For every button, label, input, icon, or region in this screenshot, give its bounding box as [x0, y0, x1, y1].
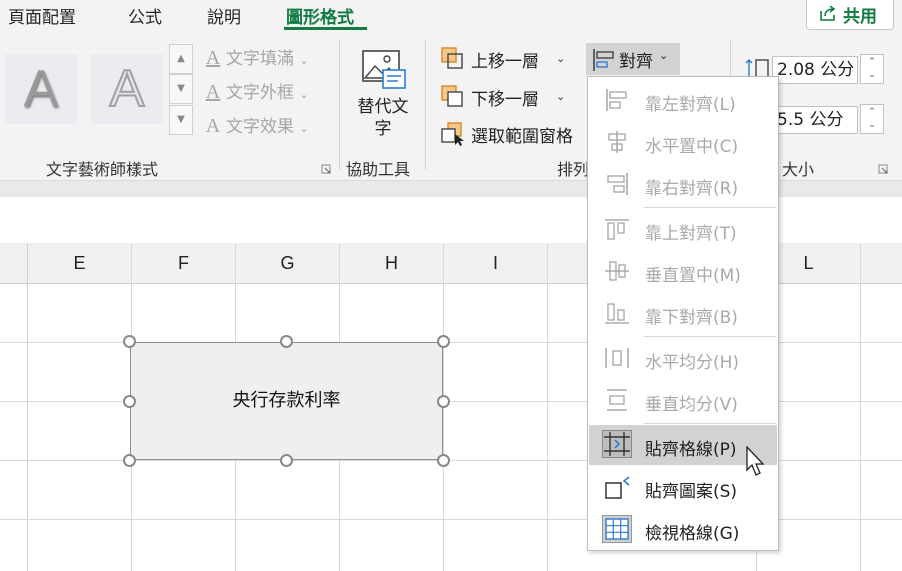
ribbon-tab-bar: 頁面配置 公式 說明 圖形格式 共用 [0, 0, 902, 30]
group-label-wordart: 文字藝術師樣式 [46, 160, 159, 179]
share-label: 共用 [843, 7, 877, 27]
snap-to-shape-icon [605, 476, 630, 499]
send-backward-icon [441, 85, 463, 107]
mouse-cursor-icon [746, 446, 765, 476]
size-dialog-launcher-icon[interactable] [878, 164, 888, 174]
menu-item-align-bottom[interactable]: 靠下對齊(B) [589, 293, 777, 333]
group-label-accessibility: 協助工具 [346, 160, 411, 179]
align-left-icon [606, 89, 627, 111]
column-header-e[interactable]: E [28, 243, 131, 283]
shape-text[interactable]: 央行存款利率 [131, 343, 442, 459]
text-fill-button[interactable]: A 文字填滿 ⌄ [200, 44, 309, 70]
share-button[interactable]: 共用 [806, 0, 894, 30]
shape-height-input[interactable]: 2.08 公分 [772, 56, 858, 84]
dialog-launcher-icon[interactable] [321, 164, 331, 174]
tab-shape-format[interactable]: 圖形格式 [286, 3, 354, 28]
column-header-i[interactable]: I [444, 243, 547, 283]
resize-handle-bottom-left[interactable] [123, 454, 136, 467]
group-label-size: 大小 [782, 160, 815, 179]
align-label: 對齊 [619, 52, 653, 72]
alt-text-button[interactable]: 替代文字 [355, 48, 411, 148]
align-center-icon [608, 131, 626, 153]
resize-handle-top-left[interactable] [123, 335, 136, 348]
align-icon [593, 49, 614, 71]
gallery-more-button[interactable]: ▼ [169, 105, 193, 135]
shape-width-input[interactable]: 5.5 公分 [772, 106, 858, 134]
column-header-g[interactable]: G [236, 243, 339, 283]
menu-item-distribute-horizontally[interactable]: 水平均分(H) [589, 338, 777, 378]
gallery-scroll-down[interactable]: ▼ [169, 74, 193, 104]
height-spinner[interactable]: ⌃ ⌄ [860, 54, 884, 84]
group-label-arrange: 排列 [557, 160, 590, 179]
tab-page-layout[interactable]: 頁面配置 [8, 3, 76, 28]
wordart-style-sample-1[interactable]: A [5, 54, 77, 124]
view-gridlines-icon [602, 515, 632, 543]
share-icon [820, 5, 836, 21]
menu-item-align-left[interactable]: 靠左對齊(L) [589, 80, 777, 120]
wordart-style-sample-2[interactable]: A [91, 54, 163, 124]
alt-text-label: 替代文字 [357, 97, 409, 139]
column-header-f[interactable]: F [132, 243, 235, 283]
menu-item-align-center[interactable]: 水平置中(C) [589, 122, 777, 162]
resize-handle-bottom-right[interactable] [437, 454, 450, 467]
selection-pane-icon [441, 122, 464, 146]
alt-text-icon [362, 50, 406, 89]
tab-formulas[interactable]: 公式 [128, 3, 162, 28]
menu-item-align-top[interactable]: 靠上對齊(T) [589, 209, 777, 249]
distribute-horizontal-icon [605, 348, 629, 368]
distribute-vertical-icon [607, 389, 627, 411]
text-fill-icon: A [205, 47, 221, 69]
column-header-h[interactable]: H [340, 243, 443, 283]
text-outline-button[interactable]: A 文字外框 ⌄ [200, 78, 309, 104]
align-top-icon [605, 219, 629, 240]
menu-item-align-right[interactable]: 靠右對齊(R) [589, 164, 777, 204]
bring-forward-icon [441, 47, 463, 69]
bring-forward-dropdown-icon[interactable]: ⌄ [556, 52, 565, 65]
align-button[interactable]: 對齊 ⌄ [586, 43, 680, 75]
text-effects-icon: A [205, 115, 221, 137]
align-dropdown-menu: 靠左對齊(L) 水平置中(C) 靠右對齊(R) 靠上對齊(T) 垂直置中(M) … [587, 76, 779, 551]
align-bottom-icon [605, 303, 629, 324]
menu-item-distribute-vertically[interactable]: 垂直均分(V) [589, 380, 777, 420]
resize-handle-top-right[interactable] [437, 335, 450, 348]
resize-handle-bottom[interactable] [280, 454, 293, 467]
align-right-icon [607, 173, 628, 195]
send-backward-dropdown-icon[interactable]: ⌄ [556, 90, 565, 103]
tab-help[interactable]: 說明 [207, 3, 241, 28]
gallery-scroll-up[interactable]: ▲ [169, 44, 193, 74]
width-spinner[interactable]: ⌃ ⌄ [860, 104, 884, 134]
menu-item-align-middle[interactable]: 垂直置中(M) [589, 251, 777, 291]
align-dropdown-icon: ⌄ [659, 49, 669, 62]
menu-item-view-gridlines[interactable]: 檢視格線(G) [589, 509, 777, 549]
text-outline-icon: A [205, 81, 221, 103]
snap-to-grid-icon [602, 430, 632, 458]
selected-rectangle-shape[interactable]: 央行存款利率 [130, 342, 443, 460]
resize-handle-top[interactable] [280, 335, 293, 348]
text-effects-button[interactable]: A 文字效果 ⌄ [200, 112, 309, 138]
resize-handle-right[interactable] [437, 395, 450, 408]
resize-handle-left[interactable] [123, 395, 136, 408]
align-middle-icon [605, 261, 629, 281]
